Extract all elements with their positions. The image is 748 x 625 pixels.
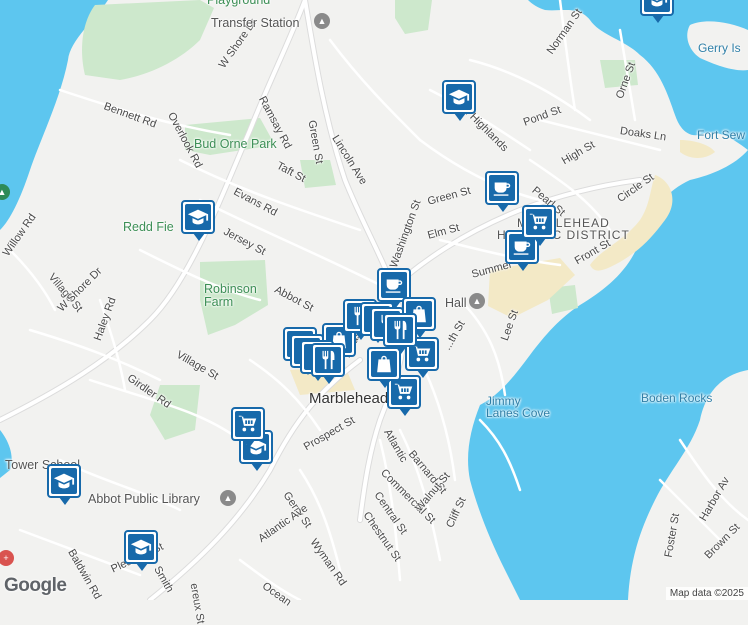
water-label-gerry-is: Gerry Is	[698, 41, 741, 55]
landmark-icon[interactable]: ▲	[220, 490, 236, 506]
bag-icon	[371, 351, 397, 377]
town-label: Marblehead	[309, 390, 389, 407]
water-label-boden-rocks: Boden Rocks	[641, 391, 713, 405]
marker-cafe-1[interactable]	[485, 171, 519, 212]
poi-label-transfer-station: Transfer Station	[211, 16, 300, 30]
marker-grocery-2[interactable]	[231, 407, 265, 448]
restaurant-icon	[387, 317, 413, 343]
landmark-icon[interactable]: ▲	[314, 13, 330, 29]
water-label-fort-sew: Fort Sew	[697, 128, 746, 142]
park-label-robinson-farm: Robinson Farm	[204, 282, 257, 309]
cart-icon	[526, 209, 552, 235]
marker-restaurant-7[interactable]	[311, 343, 345, 384]
cart-icon	[391, 379, 417, 405]
landmark-icon[interactable]: ▲	[469, 293, 485, 309]
school-icon	[51, 468, 77, 494]
park-label-playground: Playground	[207, 0, 271, 7]
cart-icon	[235, 411, 261, 437]
park-label-bud-orne-park: Bud Orne Park	[194, 137, 277, 151]
marker-school-6[interactable]	[640, 0, 674, 23]
school-icon	[644, 0, 670, 12]
school-icon	[446, 84, 472, 110]
marker-school-1[interactable]	[442, 80, 476, 121]
marker-school-4[interactable]	[124, 530, 158, 571]
school-icon	[185, 204, 211, 230]
cafe-icon	[489, 175, 515, 201]
cafe-icon	[381, 272, 407, 298]
water-label-jimmy-lanes-cove: Jimmy Lanes Cove	[486, 394, 551, 420]
marker-school-2[interactable]	[181, 200, 215, 241]
marker-grocery-1[interactable]	[522, 205, 556, 246]
restaurant-icon	[315, 347, 341, 373]
marker-restaurant-4[interactable]	[383, 313, 417, 354]
school-icon	[128, 534, 154, 560]
poi-label-hall: Hall	[445, 296, 467, 310]
marker-school-3[interactable]	[47, 464, 81, 505]
google-logo[interactable]: Google	[4, 575, 67, 597]
park-label-redd-field: Redd Fie	[123, 220, 174, 234]
poi-label-abbot-public-library: Abbot Public Library	[88, 492, 200, 506]
map-attribution[interactable]: Map data ©2025	[665, 587, 748, 600]
